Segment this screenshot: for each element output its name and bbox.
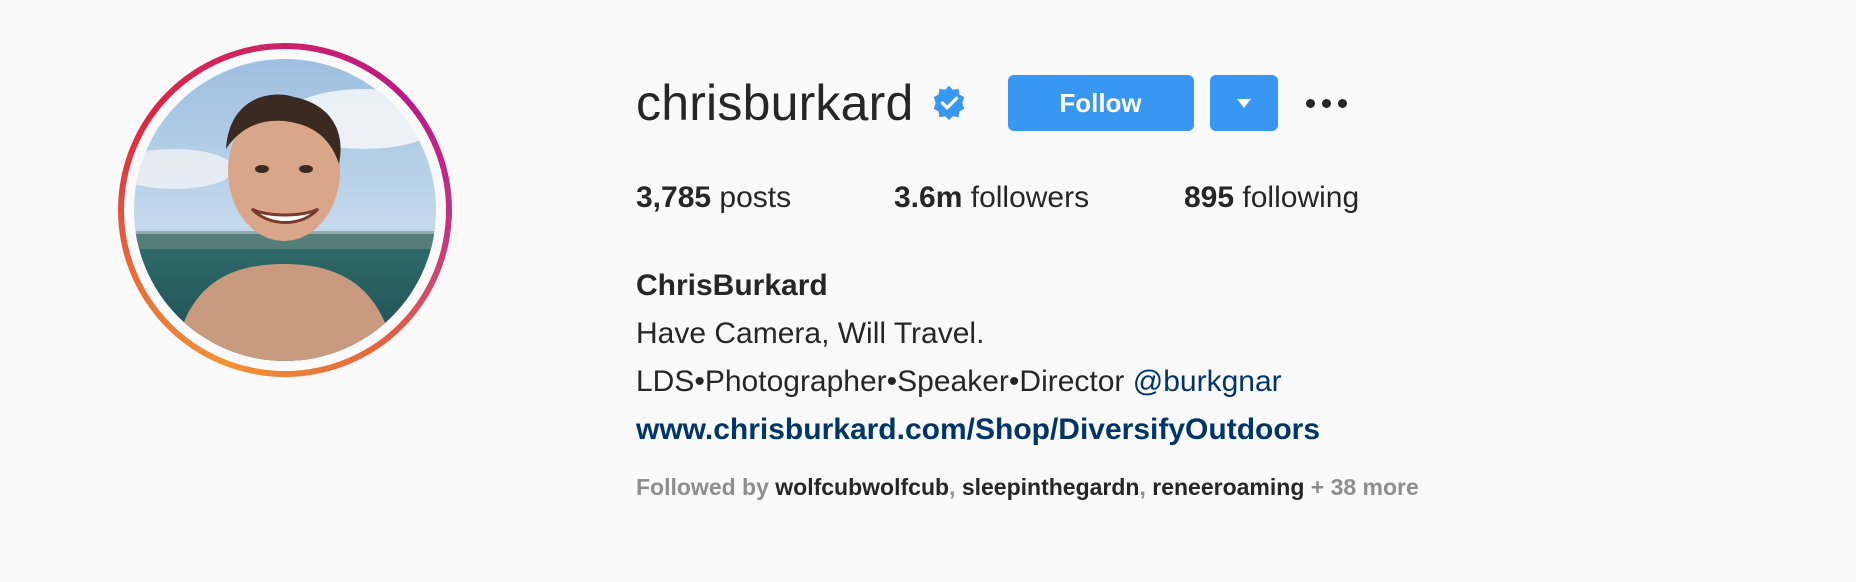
- follow-button[interactable]: Follow: [1007, 75, 1194, 131]
- profile-avatar[interactable]: [134, 59, 436, 361]
- followed-by-user[interactable]: reneeroaming: [1152, 474, 1304, 500]
- posts-label: posts: [719, 181, 792, 214]
- full-name: ChrisBurkard: [636, 269, 828, 302]
- caret-down-icon: [1236, 98, 1251, 108]
- followed-by-user[interactable]: sleepinthegardn: [962, 474, 1140, 500]
- profile-bio: ChrisBurkard Have Camera, Will Travel. L…: [636, 262, 1320, 454]
- dot: [1305, 98, 1315, 108]
- separator: ,: [1139, 474, 1146, 500]
- bio-line-2: LDS•Photographer•Speaker•Director @burkg…: [636, 358, 1320, 406]
- followers-stat[interactable]: 3.6m followers: [894, 180, 1184, 216]
- followers-count: 3.6m: [894, 181, 963, 214]
- following-label: following: [1242, 181, 1360, 214]
- profile-header: chrisburkard Follow: [636, 70, 1347, 136]
- separator: ,: [949, 474, 956, 500]
- followed-by-more[interactable]: + 38 more: [1311, 474, 1419, 500]
- story-ring[interactable]: [118, 43, 452, 377]
- posts-stat: 3,785 posts: [636, 180, 894, 216]
- following-stat[interactable]: 895 following: [1184, 180, 1359, 216]
- followed-by[interactable]: Followed by wolfcubwolfcub, sleepinthega…: [636, 474, 1419, 501]
- bio-line-1: Have Camera, Will Travel.: [636, 317, 985, 350]
- username: chrisburkard: [636, 75, 914, 131]
- avatar-image: [134, 59, 436, 361]
- mention-link[interactable]: @burkgnar: [1133, 365, 1282, 398]
- profile-stats: 3,785 posts 3.6m followers 895 following: [636, 180, 1359, 216]
- verified-badge-icon: [930, 84, 968, 122]
- dot: [1337, 98, 1347, 108]
- followed-by-prefix: Followed by: [636, 474, 769, 500]
- following-count: 895: [1184, 181, 1235, 214]
- website-link[interactable]: www.chrisburkard.com/Shop/DiversifyOutdo…: [636, 406, 1320, 454]
- followers-label: followers: [970, 181, 1090, 214]
- suggestions-dropdown-button[interactable]: [1209, 75, 1278, 131]
- dot: [1321, 98, 1331, 108]
- posts-count: 3,785: [636, 181, 712, 214]
- followed-by-user[interactable]: wolfcubwolfcub: [775, 474, 949, 500]
- more-options-icon[interactable]: [1305, 75, 1347, 131]
- bio-line-2-text: LDS•Photographer•Speaker•Director: [636, 365, 1125, 398]
